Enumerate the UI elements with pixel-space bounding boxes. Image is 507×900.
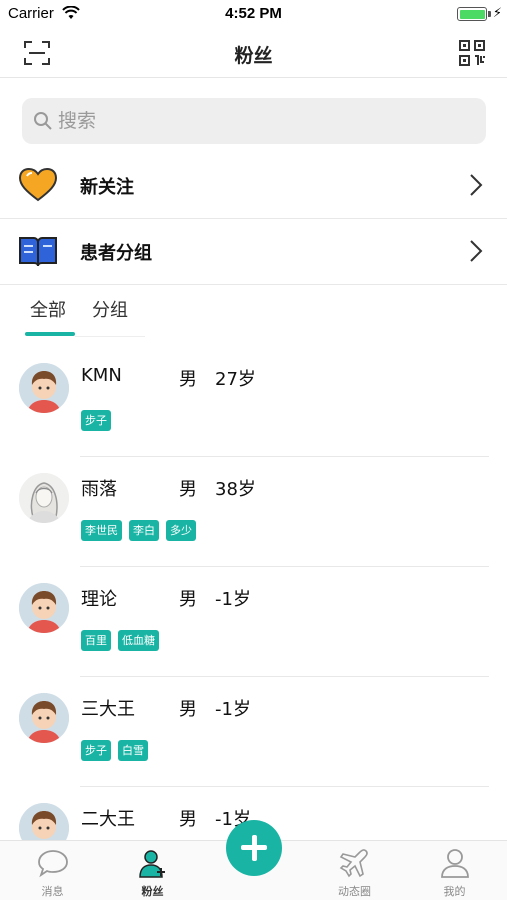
boy-avatar-icon [19, 363, 69, 413]
search-input[interactable] [58, 98, 478, 144]
search-bar[interactable] [22, 98, 486, 144]
avatar [19, 473, 69, 523]
tab-all[interactable]: 全部 [30, 296, 66, 322]
tab-label: 消息 [41, 885, 64, 898]
list-item[interactable]: 雨落 男 38岁 李世民 李白 多少 [0, 457, 507, 567]
patient-age: 27岁 [215, 369, 256, 390]
tag-badge: 低血糖 [118, 630, 159, 651]
patient-gender: 男 [179, 369, 197, 390]
patient-name: 理论 [81, 589, 117, 610]
avatar [19, 583, 69, 633]
status-bar: Carrier 4:52 PM ⚡ [0, 0, 507, 28]
avatar [19, 363, 69, 413]
fans-screen: Carrier 4:52 PM ⚡ 粉丝 搜索 新关注 患者分组 全部 分组 K… [0, 0, 507, 900]
book-icon [19, 237, 57, 267]
patient-name: 二大王 [81, 809, 135, 830]
patient-tags: 李世民 李白 多少 [81, 520, 196, 541]
boy-avatar-icon [19, 693, 69, 743]
patient-name: KMN [81, 365, 122, 386]
status-time: 4:52 PM [225, 5, 282, 22]
tab-moments[interactable]: 动态圈 [304, 841, 405, 900]
list-item[interactable]: KMN 男 27岁 步子 [0, 347, 507, 457]
tabs-divider [75, 336, 145, 337]
patient-gender: 男 [179, 809, 197, 830]
list-item[interactable]: 理论 男 -1岁 百里 低血糖 [0, 567, 507, 677]
tab-messages[interactable]: 消息 [2, 841, 103, 900]
tab-groups[interactable]: 分组 [92, 296, 128, 322]
patient-tags: 步子 白雪 [81, 740, 148, 761]
add-button[interactable] [226, 820, 282, 876]
search-icon [34, 112, 52, 130]
patient-tags: 百里 低血糖 [81, 630, 159, 651]
boy-avatar-icon [19, 803, 69, 840]
tab-mine[interactable]: 我的 [404, 841, 505, 900]
patient-name: 雨落 [81, 479, 117, 500]
tab-label: 我的 [443, 885, 466, 898]
tag-badge: 李白 [129, 520, 159, 541]
chevron-right-icon [470, 174, 483, 196]
tab-label: 动态圈 [338, 885, 371, 898]
charging-icon: ⚡ [492, 6, 502, 21]
tag-badge: 多少 [166, 520, 196, 541]
qr-code-button[interactable] [457, 38, 487, 68]
heart-icon [18, 167, 58, 202]
patient-name: 三大王 [81, 699, 135, 720]
tag-badge: 李世民 [81, 520, 122, 541]
tag-badge: 百里 [81, 630, 111, 651]
active-tab-indicator [25, 332, 75, 336]
page-title: 粉丝 [234, 45, 273, 67]
filter-tabs: 全部 分组 [0, 284, 507, 340]
plane-icon [339, 849, 368, 878]
menu-row-new-follows[interactable]: 新关注 [0, 153, 507, 219]
fans-person-icon [138, 850, 165, 878]
menu-row-patient-groups[interactable]: 患者分组 [0, 219, 507, 285]
boy-avatar-icon [19, 583, 69, 633]
tag-badge: 步子 [81, 740, 111, 761]
tab-label: 粉丝 [141, 885, 164, 898]
qr-code-icon [459, 40, 485, 66]
sketch-avatar-icon [19, 473, 69, 523]
battery-nub [488, 11, 491, 17]
chevron-right-icon [470, 240, 483, 262]
patient-tags: 步子 [81, 410, 111, 431]
list-item[interactable]: 三大王 男 -1岁 步子 白雪 [0, 677, 507, 787]
patient-gender: 男 [179, 479, 197, 500]
battery-icon [457, 7, 487, 21]
avatar [19, 693, 69, 743]
patient-gender: 男 [179, 589, 197, 610]
patient-age: -1岁 [215, 699, 251, 720]
tab-fans[interactable]: 粉丝 [102, 841, 203, 900]
patient-age: 38岁 [215, 479, 256, 500]
tag-badge: 步子 [81, 410, 111, 431]
menu-label: 患者分组 [80, 243, 152, 264]
profile-icon [440, 849, 469, 878]
menu-label: 新关注 [80, 177, 134, 198]
tag-badge: 白雪 [118, 740, 148, 761]
patient-gender: 男 [179, 699, 197, 720]
chat-bubble-icon [37, 850, 68, 878]
patient-age: -1岁 [215, 589, 251, 610]
nav-bar: 粉丝 [0, 28, 507, 78]
avatar [19, 803, 69, 840]
